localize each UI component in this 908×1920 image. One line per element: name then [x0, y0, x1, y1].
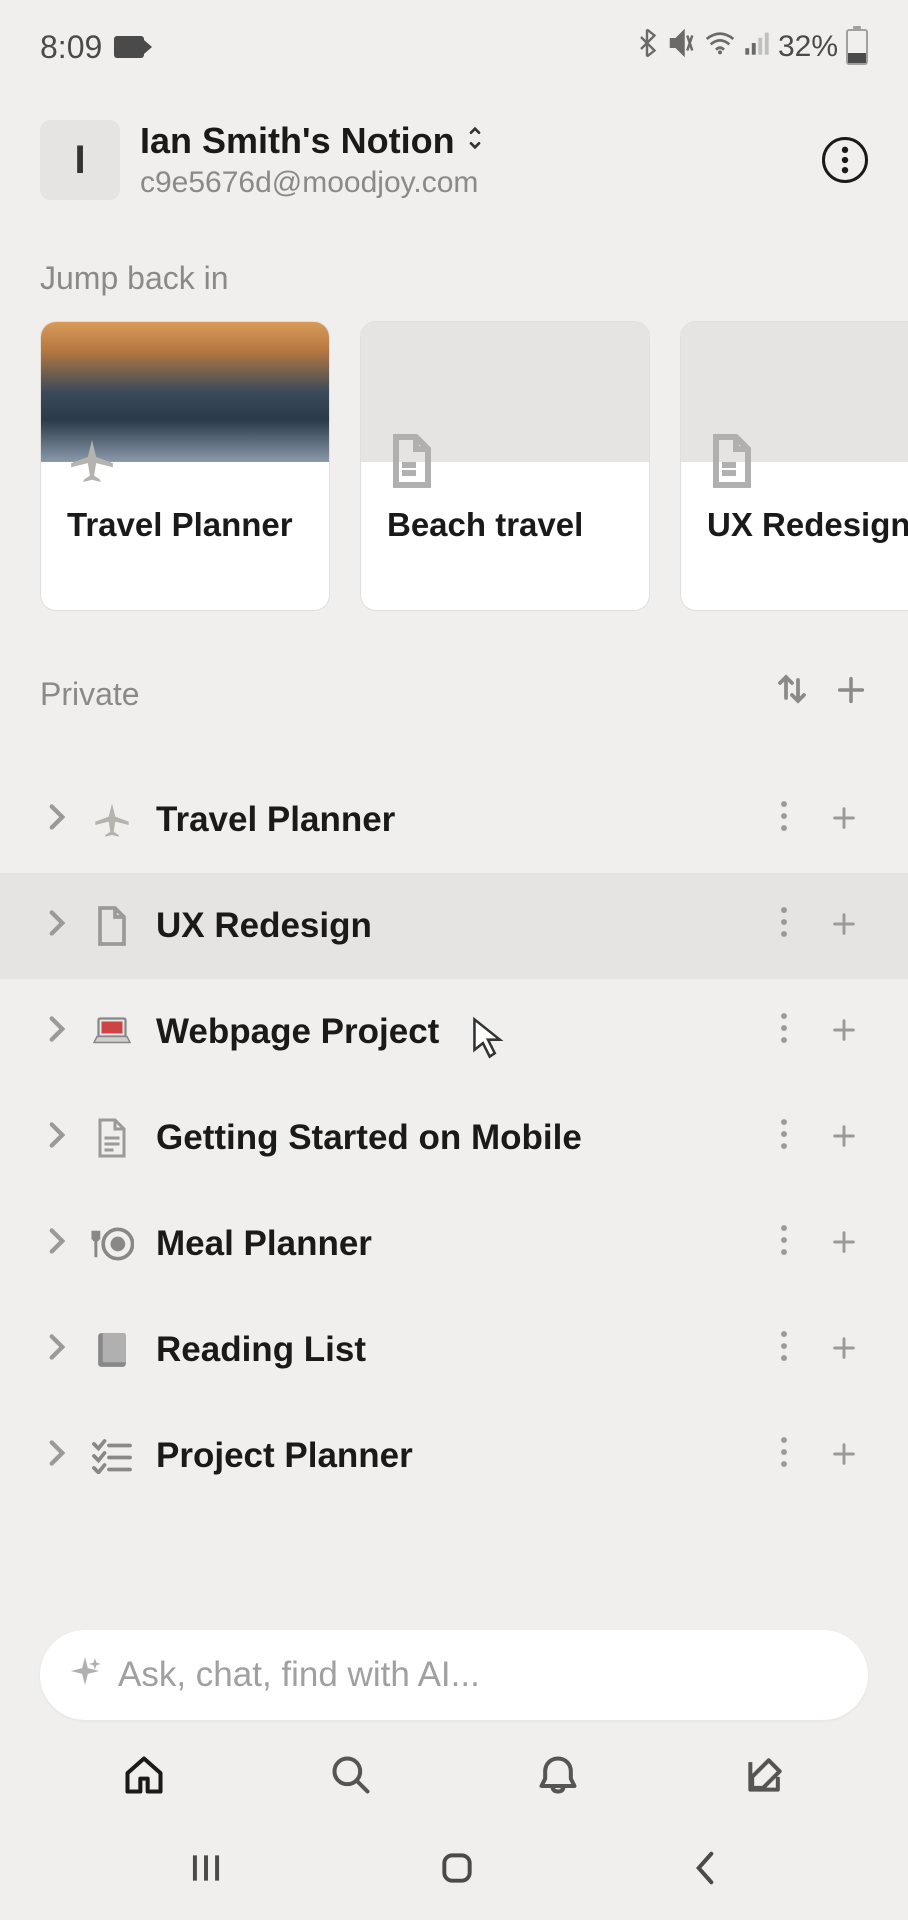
checklist-icon [90, 1434, 134, 1478]
switcher-chevron-icon [465, 126, 485, 157]
page-add-icon[interactable] [820, 799, 868, 841]
android-nav-bar [0, 1820, 908, 1920]
more-menu-button[interactable] [822, 137, 868, 183]
chevron-right-icon[interactable] [48, 802, 68, 839]
jump-back-cards[interactable]: Travel Planner Beach travel UX Redesign [0, 321, 908, 611]
page-title: Project Planner [156, 1436, 748, 1476]
book-icon [90, 1328, 134, 1372]
back-button[interactable] [689, 1849, 721, 1892]
airplane-icon [65, 434, 119, 488]
inbox-tab[interactable] [533, 1750, 583, 1800]
search-tab[interactable] [326, 1750, 376, 1800]
workspace-header: I Ian Smith's Notion c9e5676d@moodjoy.co… [0, 80, 908, 220]
recent-card[interactable]: UX Redesign [680, 321, 908, 611]
chevron-right-icon[interactable] [48, 1438, 68, 1475]
page-item-reading-list[interactable]: Reading List [0, 1297, 908, 1403]
private-page-list: Travel Planner UX Redesign Webpage Proje… [0, 737, 908, 1509]
page-item-getting-started[interactable]: Getting Started on Mobile [0, 1085, 908, 1191]
chevron-right-icon[interactable] [48, 1014, 68, 1051]
workspace-avatar[interactable]: I [40, 120, 120, 200]
battery-icon [846, 29, 868, 65]
doc-icon [705, 434, 759, 488]
page-add-icon[interactable] [820, 1329, 868, 1371]
page-item-webpage-project[interactable]: Webpage Project [0, 979, 908, 1085]
page-title: Meal Planner [156, 1224, 748, 1264]
bottom-tab-bar [0, 1730, 908, 1820]
page-title: Getting Started on Mobile [156, 1118, 748, 1158]
page-title: Travel Planner [156, 800, 748, 840]
chevron-right-icon[interactable] [48, 1332, 68, 1369]
sort-button[interactable] [774, 671, 810, 717]
chevron-right-icon[interactable] [48, 1120, 68, 1157]
recent-card[interactable]: Beach travel [360, 321, 650, 611]
page-more-icon[interactable] [770, 1117, 798, 1159]
workspace-title-text: Ian Smith's Notion [140, 120, 455, 162]
doc-icon [90, 904, 134, 948]
battery-percent: 32% [778, 30, 838, 64]
wifi-icon [704, 30, 736, 64]
page-add-icon[interactable] [820, 1223, 868, 1265]
page-item-ux-redesign[interactable]: UX Redesign [0, 873, 908, 979]
page-add-icon[interactable] [820, 1435, 868, 1477]
page-more-icon[interactable] [770, 1223, 798, 1265]
private-section-header: Private [0, 611, 908, 737]
sparkle-icon [68, 1654, 102, 1697]
compose-tab[interactable] [740, 1750, 790, 1800]
recent-card[interactable]: Travel Planner [40, 321, 330, 611]
doc-icon [385, 434, 439, 488]
private-label[interactable]: Private [40, 676, 140, 713]
recents-button[interactable] [187, 1849, 225, 1892]
page-title: Reading List [156, 1330, 748, 1370]
video-recording-icon [114, 36, 144, 58]
ai-search-bar[interactable]: Ask, chat, find with AI... [40, 1630, 868, 1720]
page-title: UX Redesign [156, 906, 748, 946]
status-time: 8:09 [40, 29, 102, 66]
vibrate-icon [666, 28, 696, 66]
airplane-icon [90, 798, 134, 842]
page-add-icon[interactable] [820, 1011, 868, 1053]
page-more-icon[interactable] [770, 1435, 798, 1477]
add-page-button[interactable] [834, 672, 868, 717]
home-button[interactable] [438, 1849, 476, 1892]
page-more-icon[interactable] [770, 799, 798, 841]
meal-icon [90, 1222, 134, 1266]
page-item-travel-planner[interactable]: Travel Planner [0, 767, 908, 873]
workspace-email: c9e5676d@moodjoy.com [140, 166, 802, 200]
signal-icon [744, 30, 770, 64]
page-item-meal-planner[interactable]: Meal Planner [0, 1191, 908, 1297]
doc-lines-icon [90, 1116, 134, 1160]
ai-placeholder: Ask, chat, find with AI... [118, 1655, 480, 1695]
page-more-icon[interactable] [770, 1329, 798, 1371]
chevron-right-icon[interactable] [48, 908, 68, 945]
page-title: Webpage Project [156, 1012, 748, 1052]
page-add-icon[interactable] [820, 905, 868, 947]
laptop-icon [90, 1010, 134, 1054]
status-bar: 8:09 32% [0, 0, 908, 80]
page-add-icon[interactable] [820, 1117, 868, 1159]
bluetooth-icon [636, 28, 658, 66]
chevron-right-icon[interactable] [48, 1226, 68, 1263]
page-more-icon[interactable] [770, 905, 798, 947]
page-item-project-planner[interactable]: Project Planner [0, 1403, 908, 1509]
workspace-switcher[interactable]: Ian Smith's Notion [140, 120, 802, 162]
page-more-icon[interactable] [770, 1011, 798, 1053]
home-tab[interactable] [119, 1750, 169, 1800]
jump-back-label: Jump back in [0, 220, 908, 321]
